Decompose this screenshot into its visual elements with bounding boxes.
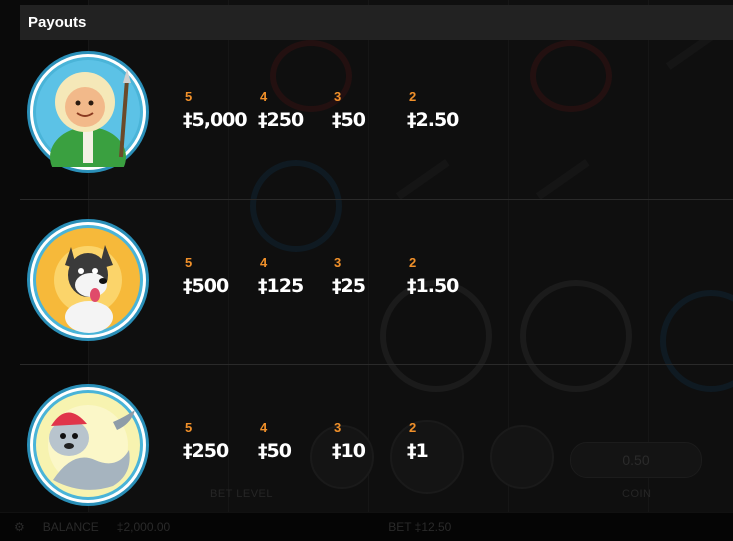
payout-amount: ‡10: [332, 440, 366, 462]
symbol-count: 2: [409, 420, 417, 435]
husky-dog-icon: [30, 222, 146, 338]
symbol-count: 4: [260, 89, 268, 104]
payout-amount: ‡5,000: [183, 109, 248, 131]
payout-amount: ‡125: [258, 275, 304, 297]
payout-amount: ‡50: [332, 109, 366, 131]
payout-amount: ‡1.50: [407, 275, 459, 297]
payout-amount: ‡50: [258, 440, 292, 462]
payout-amount: ‡1: [407, 440, 429, 462]
symbol-count: 5: [185, 255, 193, 270]
payouts-panel: Payouts 5 ‡5,000 4 ‡250 3 ‡50 2 ‡2.50 5 …: [18, 0, 733, 541]
symbol-count: 3: [334, 255, 342, 270]
symbol-count: 4: [260, 255, 268, 270]
payout-amount: ‡250: [258, 109, 304, 131]
payout-amount: ‡2.50: [407, 109, 459, 131]
payouts-header: Payouts: [20, 5, 733, 40]
paytable-row: 5 ‡250 4 ‡50 3 ‡10 2 ‡1: [20, 364, 733, 531]
symbol-count: 2: [409, 89, 417, 104]
symbol-count: 5: [185, 89, 193, 104]
eskimo-boy-icon: [30, 54, 146, 170]
symbol-count: 3: [334, 420, 342, 435]
symbol-count: 3: [334, 89, 342, 104]
paytable-row: 5 ‡500 4 ‡125 3 ‡25 2 ‡1.50: [20, 199, 733, 366]
symbol-count: 4: [260, 420, 268, 435]
payout-amount: ‡250: [183, 440, 229, 462]
panel-title: Payouts: [28, 14, 87, 31]
symbol-count: 5: [185, 420, 193, 435]
payout-amount: ‡500: [183, 275, 229, 297]
payout-amount: ‡25: [332, 275, 366, 297]
symbol-count: 2: [409, 255, 417, 270]
seal-icon: [30, 387, 146, 503]
paytable-row: 5 ‡5,000 4 ‡250 3 ‡50 2 ‡2.50: [20, 40, 733, 206]
